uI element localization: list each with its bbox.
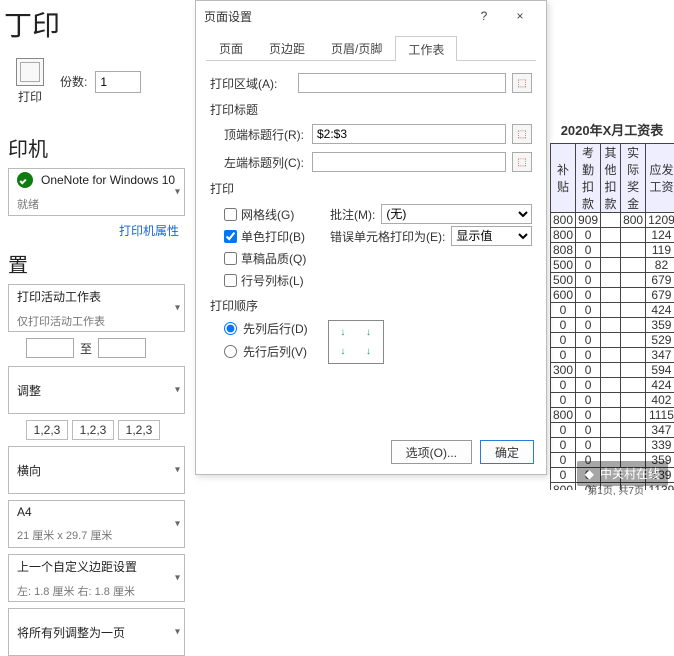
ok-button[interactable]: 确定 [480, 440, 534, 464]
margins-select[interactable]: 上一个自定义边距设置 左: 1.8 厘米 右: 1.8 厘米 ▾ [8, 554, 185, 602]
table-row: 00347 [551, 348, 674, 363]
sheet-title: 2020年X月工资表 [550, 120, 674, 139]
dialog-tabs: 页面 页边距 页眉/页脚 工作表 [206, 35, 536, 61]
print-preview: 2020年X月工资表 补贴考勤扣款其他扣款实际奖金应发工资 8009098001… [550, 20, 674, 490]
mono-checkbox[interactable] [224, 230, 237, 243]
chevron-down-icon: ▾ [175, 573, 180, 584]
table-row: 80001115 [551, 408, 674, 423]
range-picker-button[interactable]: ⬚ [512, 73, 532, 93]
preview-table: 补贴考勤扣款其他扣款实际奖金应发工资 800909800120980001248… [550, 143, 674, 490]
errors-select[interactable]: 显示值 [451, 226, 532, 246]
status-ok-icon [17, 172, 33, 188]
help-button[interactable]: ? [466, 2, 502, 30]
over-then-down-radio[interactable] [224, 345, 237, 358]
print-area-label: 打印区域(A): [210, 75, 292, 92]
page-from-input[interactable] [26, 338, 74, 358]
chevron-down-icon: ▾ [175, 519, 180, 530]
table-header: 考勤扣款 [576, 144, 601, 213]
titles-group-header: 打印标题 [210, 101, 532, 118]
page-setup-dialog: 页面设置 ? × 页面 页边距 页眉/页脚 工作表 打印区域(A): ⬚ 打印标… [195, 0, 547, 475]
table-row: 5000679 [551, 273, 674, 288]
collate-pages: 1,2,3 1,2,3 1,2,3 [26, 420, 185, 440]
table-header: 其他扣款 [601, 144, 621, 213]
tab-sheet[interactable]: 工作表 [395, 36, 457, 61]
chevron-down-icon: ▾ [175, 187, 180, 198]
table-header: 补贴 [551, 144, 576, 213]
scaling-select[interactable]: 将所有列调整为一页 ▾ [8, 608, 185, 656]
left-cols-input[interactable] [312, 152, 506, 172]
printer-icon [16, 58, 44, 86]
page-title: 丁印 [4, 4, 189, 44]
order-group-header: 打印顺序 [210, 297, 532, 314]
close-button[interactable]: × [502, 2, 538, 30]
top-rows-label: 顶端标题行(R): [224, 126, 306, 143]
page-range: 至 [26, 338, 185, 358]
table-row: 00529 [551, 333, 674, 348]
print-area-input[interactable] [298, 73, 506, 93]
table-row: 8000124 [551, 228, 674, 243]
table-row: 00424 [551, 378, 674, 393]
backstage-panel: 丁印 打印 份数: 印机 OneNote for Windows 10 就绪 ▾… [0, 0, 195, 500]
table-row: 500082 [551, 258, 674, 273]
table-row: 3000594 [551, 363, 674, 378]
table-row: 00359 [551, 318, 674, 333]
comments-select[interactable]: (无) [381, 204, 532, 224]
range-picker-button[interactable]: ⬚ [512, 124, 532, 144]
printer-select[interactable]: OneNote for Windows 10 就绪 ▾ [8, 168, 185, 216]
print-button[interactable]: 打印 [8, 58, 52, 105]
table-row: 00347 [551, 423, 674, 438]
order-preview-icon: ↓↓↓↓ [328, 320, 384, 364]
table-row: 6000679 [551, 288, 674, 303]
chevron-down-icon: ▾ [175, 385, 180, 396]
table-row: 8080119 [551, 243, 674, 258]
table-row: 00424 [551, 303, 674, 318]
print-group-header: 打印 [210, 180, 532, 197]
chevron-down-icon: ▾ [175, 465, 180, 476]
range-picker-button[interactable]: ⬚ [512, 152, 532, 172]
table-row: 8009098001209 [551, 213, 674, 228]
copies-input[interactable] [95, 71, 141, 93]
tab-margins[interactable]: 页边距 [256, 35, 318, 60]
table-row: 00339 [551, 438, 674, 453]
tab-header-footer[interactable]: 页眉/页脚 [318, 35, 395, 60]
left-cols-label: 左端标题列(C): [224, 154, 306, 171]
chevron-down-icon: ▾ [175, 627, 180, 638]
print-scope-select[interactable]: 打印活动工作表 仅打印活动工作表 ▾ [8, 284, 185, 332]
settings-section-header: 置 [8, 249, 189, 278]
logo-icon: ◆ [585, 467, 594, 481]
rowcol-checkbox[interactable] [224, 274, 237, 287]
top-rows-input[interactable] [312, 124, 506, 144]
gridlines-checkbox[interactable] [224, 208, 237, 221]
tab-page[interactable]: 页面 [206, 35, 256, 60]
copies-label: 份数: [60, 73, 87, 90]
dialog-titlebar: 页面设置 ? × [196, 1, 546, 31]
printer-properties-link[interactable]: 打印机属性 [0, 222, 189, 239]
printer-section-header: 印机 [8, 133, 189, 162]
paper-size-select[interactable]: A4 21 厘米 x 29.7 厘米 ▾ [8, 500, 185, 548]
options-button[interactable]: 选项(O)... [391, 440, 472, 464]
orientation-select[interactable]: 横向 ▾ [8, 446, 185, 494]
table-row: 00402 [551, 393, 674, 408]
watermark: ◆ 中关村在线 [577, 461, 668, 486]
table-header: 实际奖金 [621, 144, 646, 213]
table-header: 应发工资 [646, 144, 674, 213]
collate-select[interactable]: 调整 ▾ [8, 366, 185, 414]
chevron-down-icon: ▾ [175, 303, 180, 314]
page-to-input[interactable] [98, 338, 146, 358]
draft-checkbox[interactable] [224, 252, 237, 265]
down-then-over-radio[interactable] [224, 322, 237, 335]
